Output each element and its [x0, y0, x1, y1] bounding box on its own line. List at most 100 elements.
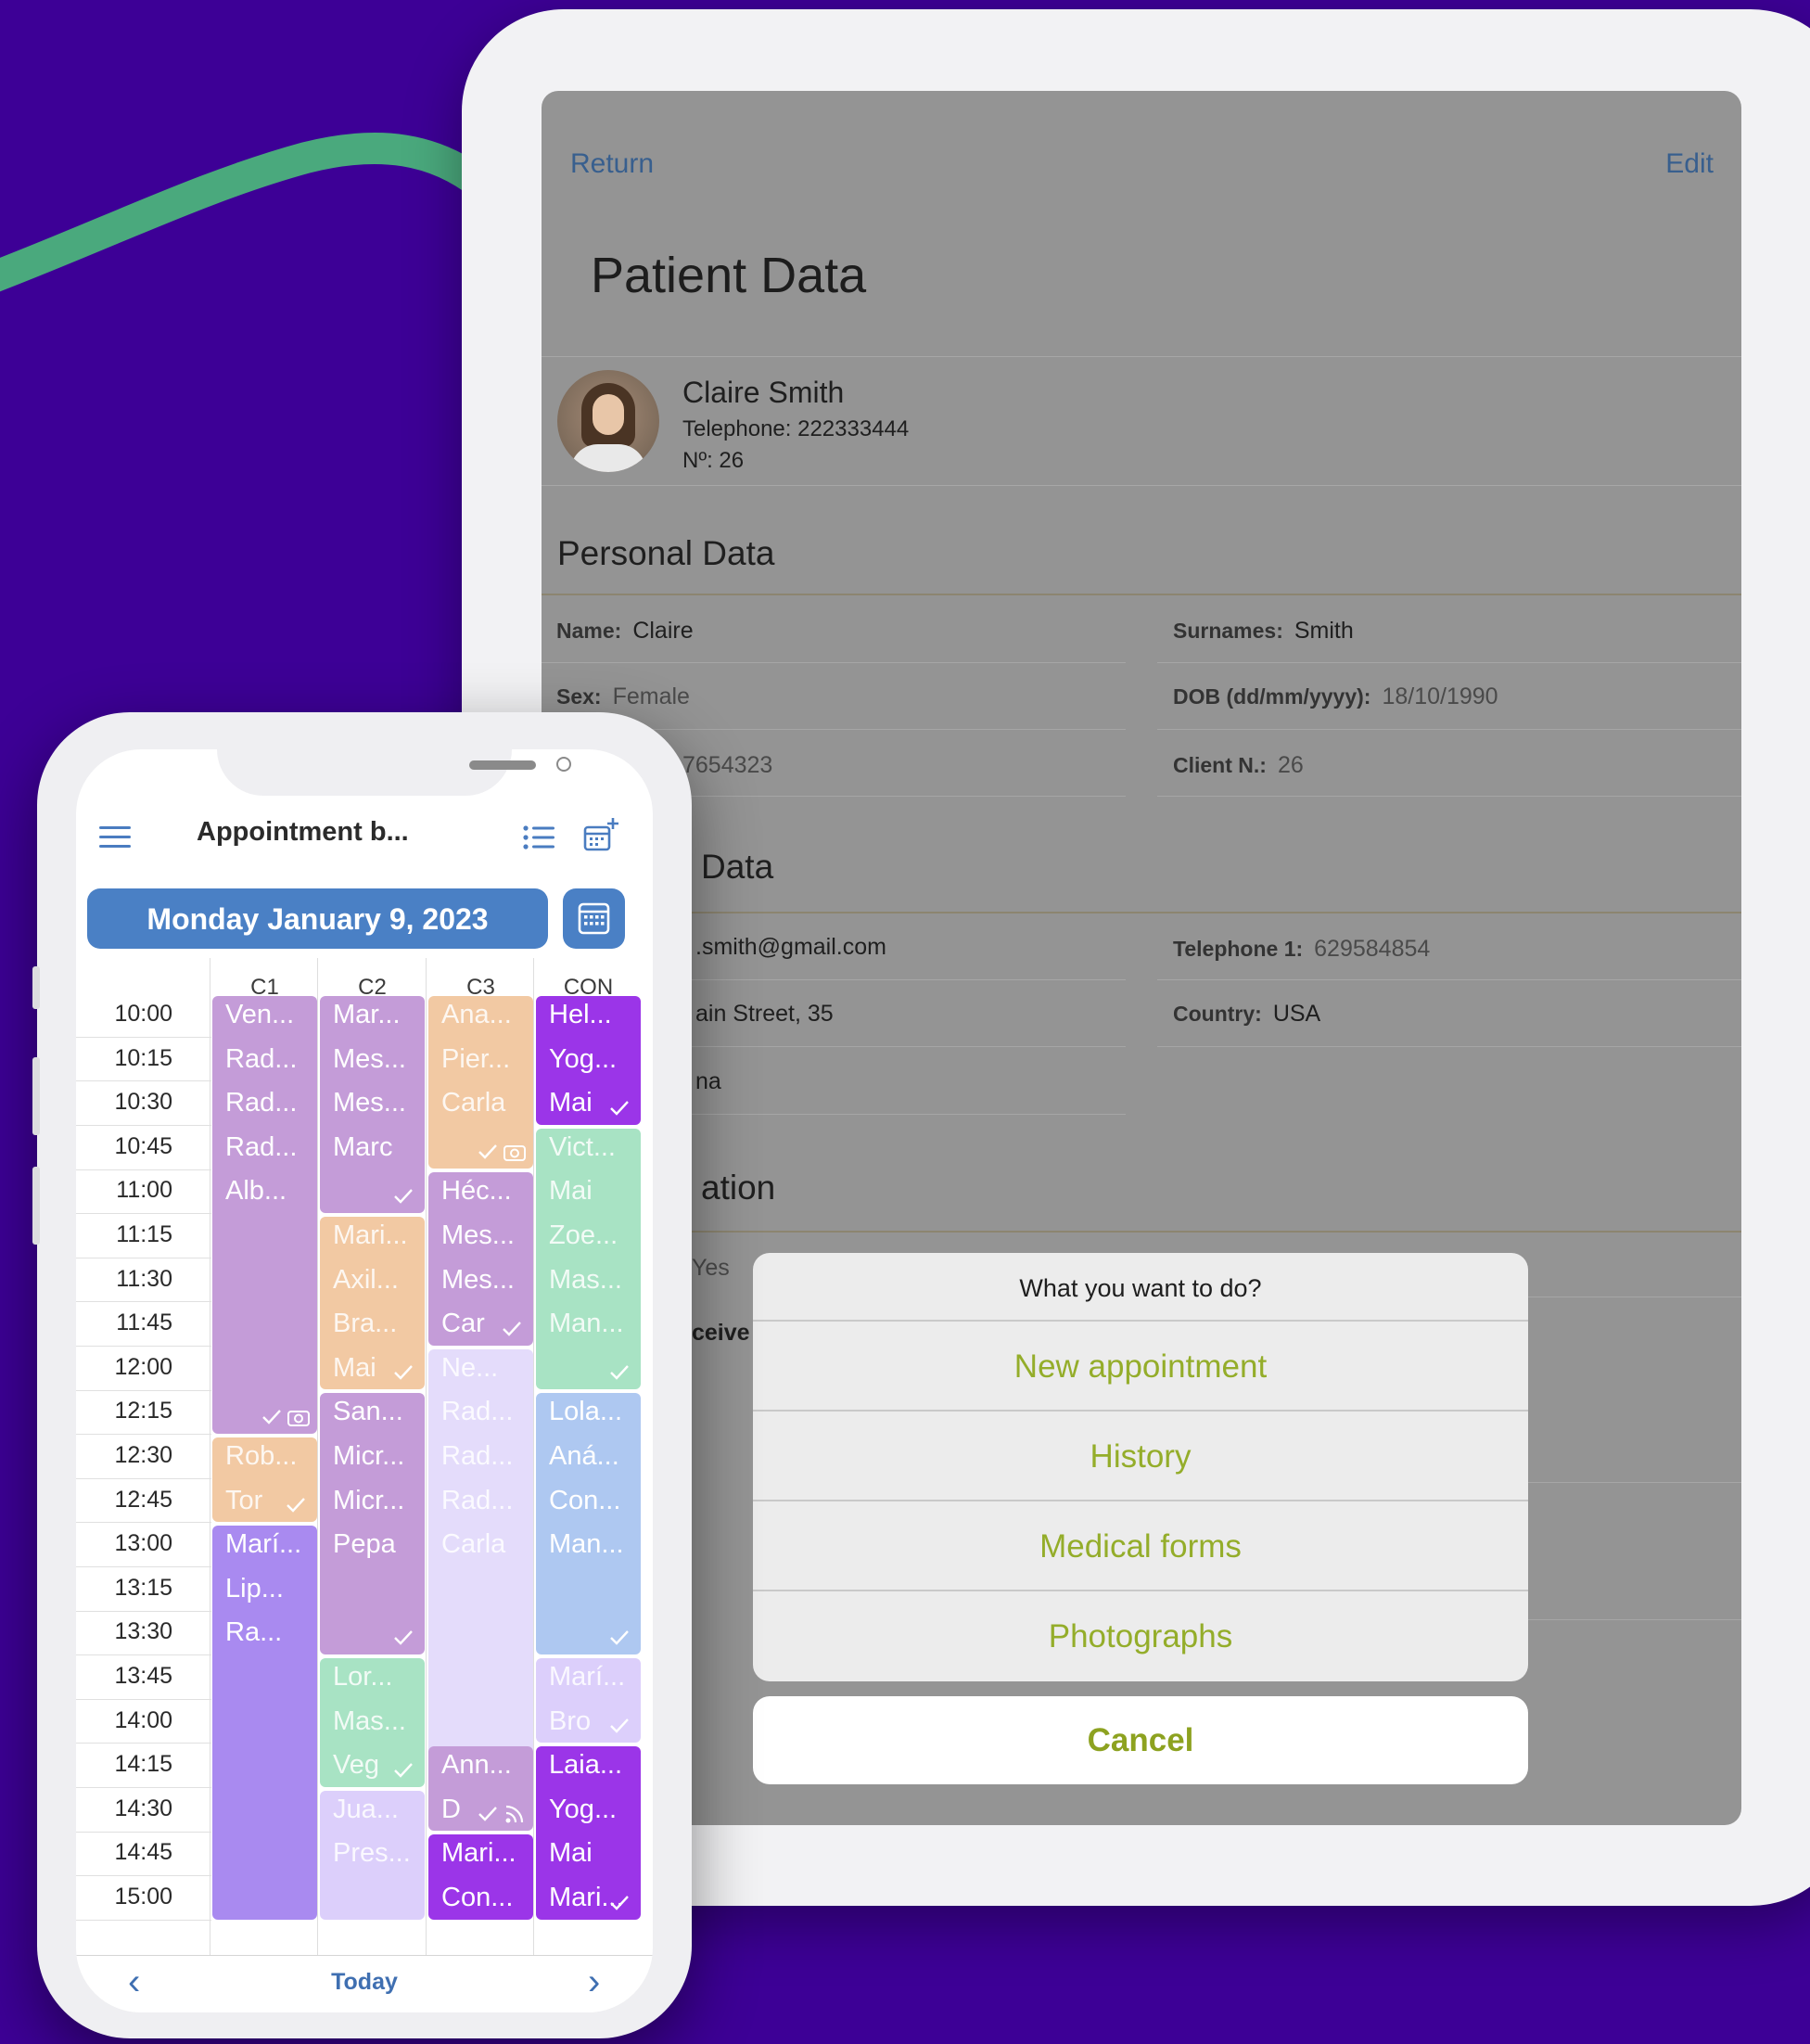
appointment-block[interactable]: Jua... Pres...	[320, 1790, 425, 1920]
appointment-label: Pres...	[333, 1838, 411, 1869]
appointment-block[interactable]: Héc... Mes... Mes... Car	[428, 1172, 533, 1346]
time-slot-label: 10:45	[114, 1132, 172, 1159]
section-divider	[542, 912, 1741, 913]
appointment-block[interactable]: Marí... Lip... Ra...	[212, 1526, 317, 1920]
appointment-block[interactable]: Ne... Rad... Rad... Rad... Carla	[428, 1348, 533, 1787]
time-slot-label: 12:00	[114, 1353, 172, 1380]
patient-card[interactable]: Claire Smith Telephone: 222333444 Nº: 26	[542, 356, 1741, 486]
column-divider	[533, 958, 534, 1955]
return-button[interactable]: Return	[570, 148, 654, 180]
appointment-label: Bro	[549, 1705, 592, 1736]
field-receive: ceive	[692, 1320, 750, 1346]
new-appointment-option[interactable]: New appointment	[753, 1320, 1528, 1412]
add-appointment-icon[interactable]	[582, 816, 621, 853]
appointment-block[interactable]: Mari... Axil... Bra... Mai	[320, 1217, 425, 1390]
field-telephone-1: Telephone 1: 629584854	[1173, 936, 1431, 962]
action-sheet: What you want to do? New appointment His…	[753, 1253, 1528, 1681]
appointment-label: Lor...	[333, 1662, 393, 1692]
time-slot-label: 14:00	[114, 1706, 172, 1733]
today-button[interactable]: Today	[76, 1969, 653, 1996]
appointment-label: Mes...	[333, 1088, 406, 1118]
field-email: .smith@gmail.com	[695, 934, 886, 960]
medical-forms-option[interactable]: Medical forms	[753, 1500, 1528, 1591]
time-row-divider	[76, 1831, 211, 1833]
selected-date-button[interactable]: Monday January 9, 2023	[87, 888, 548, 949]
appointment-label: Rad...	[225, 1043, 298, 1074]
time-slot-label: 10:30	[114, 1089, 172, 1116]
time-slot-label: 13:15	[114, 1574, 172, 1601]
appointment-label: Marc	[333, 1131, 393, 1162]
appointment-block[interactable]: Laia... Yog... Mai Mari...	[536, 1746, 641, 1920]
appointment-block[interactable]: Marí... Bro	[536, 1658, 641, 1744]
time-row-divider	[76, 1875, 211, 1877]
time-row-divider	[76, 1787, 211, 1788]
time-row-divider	[76, 1654, 211, 1656]
appointment-label: Man...	[549, 1529, 624, 1560]
field-dob: DOB (dd/mm/yyyy): 18/10/1990	[1173, 683, 1498, 709]
notch	[217, 749, 571, 796]
list-view-icon[interactable]	[523, 824, 556, 851]
confirmed-check-icon	[610, 1630, 629, 1645]
appointment-label: Laia...	[549, 1750, 622, 1781]
time-slot-label: 13:45	[114, 1663, 172, 1689]
appointment-block[interactable]: Mar... Mes... Mes... Marc	[320, 996, 425, 1213]
time-row-divider	[76, 1389, 211, 1391]
appointment-block[interactable]: Ven... Rad... Rad... Rad... Alb...	[212, 996, 317, 1434]
appointment-label: Lip...	[225, 1573, 284, 1603]
time-row-divider	[76, 1919, 211, 1921]
appointment-label: Tor	[225, 1485, 263, 1515]
appointment-label: Mas...	[333, 1705, 406, 1736]
photographs-option[interactable]: Photographs	[753, 1590, 1528, 1681]
field-client-number: Client N.: 26	[1173, 752, 1304, 778]
avatar	[557, 370, 659, 472]
time-row-divider	[76, 1169, 211, 1170]
appointment-block[interactable]: Vict... Mai Zoe... Mas... Man...	[536, 1128, 641, 1390]
edit-button[interactable]: Edit	[1665, 148, 1714, 180]
column-divider	[426, 958, 427, 1955]
time-slot-label: 10:15	[114, 1044, 172, 1071]
confirmed-check-icon	[610, 1895, 629, 1910]
appointment-label: Aná...	[549, 1440, 619, 1471]
appointment-block[interactable]: Ann... D	[428, 1746, 533, 1832]
confirmed-check-icon	[478, 1806, 524, 1823]
appointment-label: Mari...	[333, 1220, 408, 1250]
appointment-label: Con...	[549, 1485, 621, 1515]
field-country: Country: USA	[1173, 1001, 1321, 1027]
appointment-label: Mar...	[333, 1000, 401, 1029]
time-slot-label: 14:45	[114, 1839, 172, 1866]
tablet-screen: Return Edit Patient Data Claire Smith Te…	[542, 91, 1741, 1825]
appointment-block[interactable]: Ana... Pier... Carla	[428, 996, 533, 1169]
confirmed-check-icon	[610, 1365, 629, 1381]
appointment-block[interactable]: Rob... Tor	[212, 1437, 317, 1523]
time-slot-label: 12:45	[114, 1486, 172, 1513]
personal-data-heading: Personal Data	[557, 534, 775, 572]
volume-up-button	[32, 1057, 40, 1135]
appointment-block[interactable]: Hel... Yog... Mai	[536, 996, 641, 1125]
history-option[interactable]: History	[753, 1410, 1528, 1501]
appointment-label: Axil...	[333, 1264, 399, 1295]
calendar-picker-button[interactable]	[563, 888, 625, 949]
confirmed-check-icon	[394, 1630, 413, 1645]
time-row-divider	[76, 1125, 211, 1126]
appointment-label: Ne...	[441, 1352, 499, 1383]
next-day-chevron-icon[interactable]: ›	[588, 1961, 600, 2003]
appointment-label: Yog...	[549, 1043, 618, 1074]
time-slot-label: 12:30	[114, 1442, 172, 1468]
confirmed-check-icon	[394, 1365, 413, 1381]
appointment-label: Yog...	[549, 1794, 618, 1824]
appointment-block[interactable]: Lola... Aná... Con... Man...	[536, 1393, 641, 1654]
appointment-block[interactable]: Mari... Con...	[428, 1834, 533, 1920]
time-slot-label: 11:15	[116, 1221, 172, 1247]
appointment-block[interactable]: Lor... Mas... Veg	[320, 1658, 425, 1787]
appointment-label: Carla	[441, 1088, 506, 1118]
rss-icon	[505, 1806, 524, 1823]
appointment-label: Ann...	[441, 1750, 512, 1781]
appointment-label: Pepa	[333, 1529, 396, 1560]
field-yes: Yes	[692, 1255, 730, 1281]
cancel-button[interactable]: Cancel	[753, 1696, 1528, 1784]
page-title: Patient Data	[591, 248, 867, 303]
appointment-block[interactable]: San... Micr... Micr... Pepa	[320, 1393, 425, 1654]
camera-icon	[503, 1145, 526, 1162]
time-slot-label: 13:30	[114, 1618, 172, 1645]
hamburger-menu-icon[interactable]	[99, 826, 131, 854]
